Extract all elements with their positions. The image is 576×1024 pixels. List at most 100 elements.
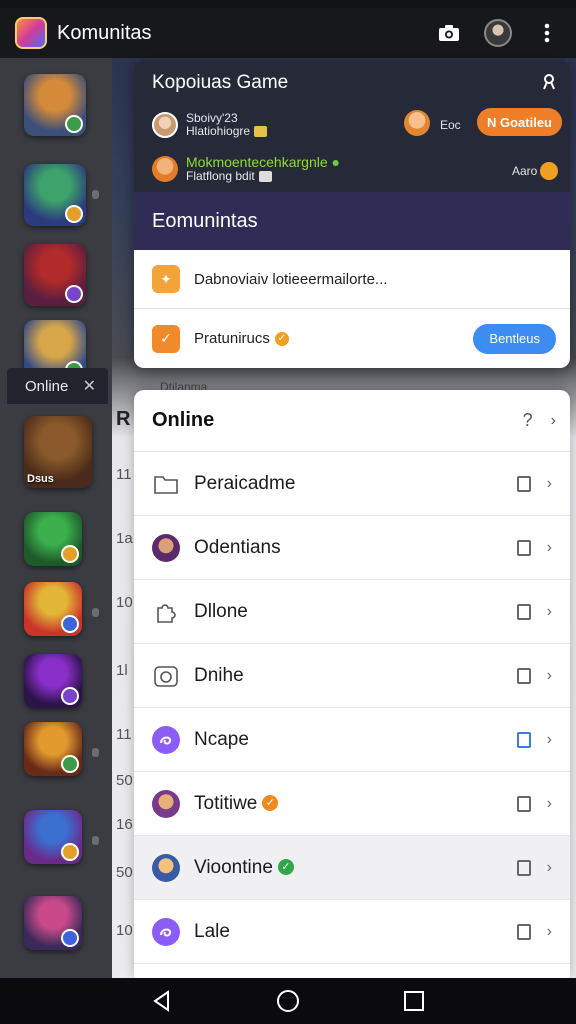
app-bar: Komunitas [0, 8, 576, 58]
game-icon[interactable] [24, 810, 82, 864]
background-row-number: 10 [116, 594, 133, 611]
background-row-number: 50 [116, 772, 133, 789]
chevron-right-icon[interactable]: › [547, 795, 552, 813]
home-icon[interactable] [276, 989, 300, 1013]
background-row-number: 11 [116, 466, 132, 483]
select-checkbox[interactable] [516, 667, 531, 684]
member-side-text: Aaro [512, 164, 538, 178]
more-vert-icon[interactable] [534, 20, 560, 46]
verified-icon: ✓ [277, 859, 294, 876]
online-item-label: Totitiwe ✓ [194, 792, 279, 815]
community-row-a[interactable]: ✦ Dabnoviaiv lotieeermailorte... [134, 250, 570, 309]
online-panel-header: Online ? › [134, 390, 570, 452]
online-list-item[interactable]: Lale › [134, 900, 570, 964]
select-checkbox[interactable] [516, 603, 531, 620]
community-card-title: Kopoiuas Game [152, 72, 289, 93]
game-badge-icon [61, 755, 79, 773]
background-header-letter: R [116, 408, 131, 430]
online-list-item[interactable]: Dnihe › [134, 644, 570, 708]
select-checkbox[interactable] [516, 731, 531, 748]
chevron-right-icon[interactable]: › [551, 412, 556, 430]
background-row-number: 50 [116, 864, 133, 881]
online-list-item[interactable]: Totitiwe ✓ › [134, 772, 570, 836]
game-icon[interactable]: Dsus [24, 416, 92, 488]
background-row-number: 16 [116, 816, 133, 833]
online-panel-title: Online [152, 409, 215, 431]
game-icon[interactable] [24, 244, 86, 306]
online-item-text: Ncape [194, 728, 249, 750]
rail-indicator-dot [92, 608, 99, 617]
close-icon[interactable]: ✕ [83, 376, 96, 396]
avatar-icon [152, 789, 180, 818]
status-bar [0, 0, 576, 8]
chevron-right-icon[interactable]: › [547, 667, 552, 685]
member-text: Sboivy'23 Hlatiohiogre [186, 112, 268, 138]
game-icon[interactable] [24, 722, 82, 776]
recents-icon[interactable] [403, 990, 425, 1012]
member-row-2[interactable]: Mokmoentecehkargnle ● Flatflong bdit [152, 154, 340, 183]
game-icon[interactable] [24, 582, 82, 636]
back-icon[interactable] [151, 990, 173, 1012]
online-list-item[interactable]: Odentians › [134, 516, 570, 580]
online-item-label: Lale [194, 921, 230, 943]
community-action-button[interactable]: Bentleus [473, 323, 556, 354]
select-checkbox[interactable] [516, 923, 531, 940]
online-item-label: Vioontine ✓ [194, 857, 294, 879]
game-icon[interactable] [24, 654, 82, 708]
game-icon[interactable] [24, 74, 86, 136]
online-item-text: Vioontine [194, 856, 273, 878]
community-row-a-text: Dabnoviaiv lotieeermailorte... [194, 270, 388, 288]
check-badge-icon [540, 162, 558, 180]
chevron-right-icon[interactable]: › [547, 923, 552, 941]
member-avatar[interactable] [404, 110, 430, 136]
community-row-b[interactable]: ✓ Pratunirucs ✓ Bentleus [134, 309, 570, 368]
community-section-header: Eomunintas [134, 192, 570, 250]
member-text: Mokmoentecehkargnle ● Flatflong bdit [186, 154, 340, 183]
online-list-item[interactable]: Peraicadme › [134, 452, 570, 516]
chevron-right-icon[interactable]: › [547, 475, 552, 493]
community-card-header: Kopoiuas Game Sboivy'23 Hlatiohiogre Mok… [134, 60, 570, 192]
online-tab[interactable]: Online ✕ [7, 368, 108, 404]
online-list-item[interactable]: Dllone › [134, 580, 570, 644]
camera-icon [152, 662, 180, 690]
member-row-1[interactable]: Sboivy'23 Hlatiohiogre [152, 112, 268, 138]
online-item-text: Odentians [194, 536, 281, 558]
game-badge-icon [61, 615, 79, 633]
camera-icon[interactable] [436, 20, 462, 46]
game-icon[interactable] [24, 512, 82, 566]
online-list-item[interactable]: Ncape › [134, 708, 570, 772]
member-line-2: Hlatiohiogre [186, 124, 251, 138]
online-item-label: Odentians [194, 537, 281, 559]
select-checkbox[interactable] [516, 475, 531, 492]
screen: Komunitas Dsus Online ✕ Dtilanma R 11 1a 1… [0, 0, 576, 1024]
chevron-right-icon[interactable]: › [547, 539, 552, 557]
background-row-number: 1l [116, 662, 128, 679]
join-button[interactable]: N Goatileu [476, 108, 562, 136]
chevron-right-icon[interactable]: › [547, 859, 552, 877]
online-item-text: Dllone [194, 600, 248, 622]
online-item-label: Ncape [194, 729, 249, 751]
leaf-icon: ● [331, 154, 340, 170]
check-icon: ✓ [152, 324, 180, 353]
community-card: Kopoiuas Game Sboivy'23 Hlatiohiogre Mok… [134, 60, 570, 368]
app-logo-icon[interactable] [15, 17, 47, 49]
select-checkbox[interactable] [516, 859, 531, 876]
game-icon[interactable] [24, 896, 82, 950]
game-label: Dsus [27, 473, 54, 485]
game-badge-icon [65, 205, 83, 223]
help-icon[interactable]: ? [523, 410, 533, 431]
online-item-text: Peraicadme [194, 472, 296, 494]
online-tab-label: Online [25, 377, 69, 395]
swirl-icon [152, 725, 180, 754]
game-icon[interactable] [24, 164, 86, 226]
online-item-text: Totitiwe [194, 792, 258, 814]
rail-indicator-dot [92, 190, 99, 199]
online-list-item[interactable]: Vioontine ✓ › [134, 836, 570, 900]
online-item-label: Dnihe [194, 665, 244, 687]
chevron-right-icon[interactable]: › [547, 603, 552, 621]
profile-avatar[interactable] [484, 19, 512, 47]
pin-icon[interactable] [542, 74, 556, 95]
select-checkbox[interactable] [516, 539, 531, 556]
chevron-right-icon[interactable]: › [547, 731, 552, 749]
select-checkbox[interactable] [516, 795, 531, 812]
